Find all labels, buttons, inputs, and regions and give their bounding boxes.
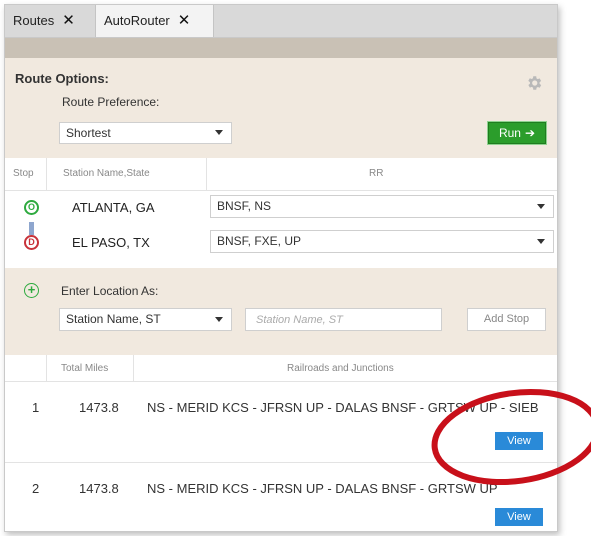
column-divider	[133, 355, 134, 381]
route-options-title: Route Options:	[15, 71, 109, 86]
stop-rr-select[interactable]: BNSF, FXE, UP	[210, 230, 554, 253]
route-preference-label: Route Preference:	[62, 95, 160, 109]
route-miles: 1473.8	[79, 400, 119, 415]
enter-location-label: Enter Location As:	[61, 284, 159, 298]
plus-icon[interactable]: +	[24, 283, 39, 298]
route-path: NS - MERID KCS - JFRSN UP - DALAS BNSF -…	[147, 481, 498, 496]
tab-autorouter[interactable]: AutoRouter ✕	[96, 5, 214, 37]
route-options-panel: Route Options: Route Preference: Shortes…	[5, 58, 557, 159]
stop-rr-select[interactable]: BNSF, NS	[210, 195, 554, 218]
tab-routes[interactable]: Routes ✕	[5, 5, 96, 37]
station-input[interactable]	[245, 308, 442, 331]
stop-row: D EL PASO, TX BNSF, FXE, UP	[5, 228, 557, 258]
origin-badge-icon: O	[24, 200, 39, 215]
route-result-row: 2 1473.8 NS - MERID KCS - JFRSN UP - DAL…	[5, 463, 557, 531]
route-miles: 1473.8	[79, 481, 119, 496]
add-location-panel: + Enter Location As: Station Name, ST Ad…	[5, 268, 557, 355]
railroads-header: Railroads and Junctions	[287, 363, 394, 374]
run-button-label: Run	[498, 126, 521, 140]
tab-routes-close-icon[interactable]: ✕	[62, 12, 75, 29]
route-preference-select[interactable]: Shortest	[59, 122, 232, 144]
tab-autorouter-close-icon[interactable]: ✕	[178, 12, 191, 29]
results-table-header: Total Miles Railroads and Junctions	[5, 355, 557, 382]
header-strip	[5, 38, 557, 58]
route-result-row: 1 1473.8 NS - MERID KCS - JFRSN UP - DAL…	[5, 382, 557, 463]
chevron-down-icon	[215, 316, 223, 322]
add-stop-button[interactable]: Add Stop	[467, 308, 546, 331]
stops-table-header: Stop Station Name,State RR	[5, 158, 557, 191]
rr-column-header: RR	[369, 168, 384, 179]
tab-bar: Routes ✕ AutoRouter ✕	[5, 5, 557, 38]
arrow-right-icon: ➔	[524, 126, 536, 140]
total-miles-header: Total Miles	[61, 363, 109, 374]
destination-badge-icon: D	[24, 235, 39, 250]
column-divider	[206, 158, 207, 190]
tab-autorouter-label: AutoRouter	[104, 13, 170, 28]
tab-routes-label: Routes	[13, 13, 55, 28]
view-button[interactable]: View	[495, 508, 543, 526]
stop-column-header: Stop	[13, 168, 34, 179]
stop-rr-value: BNSF, FXE, UP	[217, 234, 302, 248]
chevron-down-icon	[537, 238, 545, 244]
stop-row: O ATLANTA, GA BNSF, NS	[5, 193, 557, 223]
column-divider	[46, 158, 47, 190]
route-path: NS - MERID KCS - JFRSN UP - DALAS BNSF -…	[147, 400, 539, 415]
autorouter-window: Routes ✕ AutoRouter ✕ Route Options: Route…	[4, 4, 558, 532]
chevron-down-icon	[215, 130, 223, 135]
route-number: 2	[32, 481, 40, 496]
chevron-down-icon	[537, 203, 545, 209]
route-number: 1	[32, 400, 40, 415]
location-format-value: Station Name, ST	[66, 312, 161, 326]
run-button[interactable]: Run ➔	[487, 121, 547, 145]
gear-icon[interactable]	[525, 74, 543, 92]
route-preference-value: Shortest	[66, 126, 111, 140]
location-format-select[interactable]: Station Name, ST	[59, 308, 232, 331]
view-button[interactable]: View	[495, 432, 543, 450]
stop-rr-value: BNSF, NS	[217, 199, 272, 213]
station-column-header: Station Name,State	[63, 168, 150, 179]
column-divider	[46, 355, 47, 381]
stop-station-name: EL PASO, TX	[72, 235, 150, 250]
stop-station-name: ATLANTA, GA	[72, 200, 155, 215]
